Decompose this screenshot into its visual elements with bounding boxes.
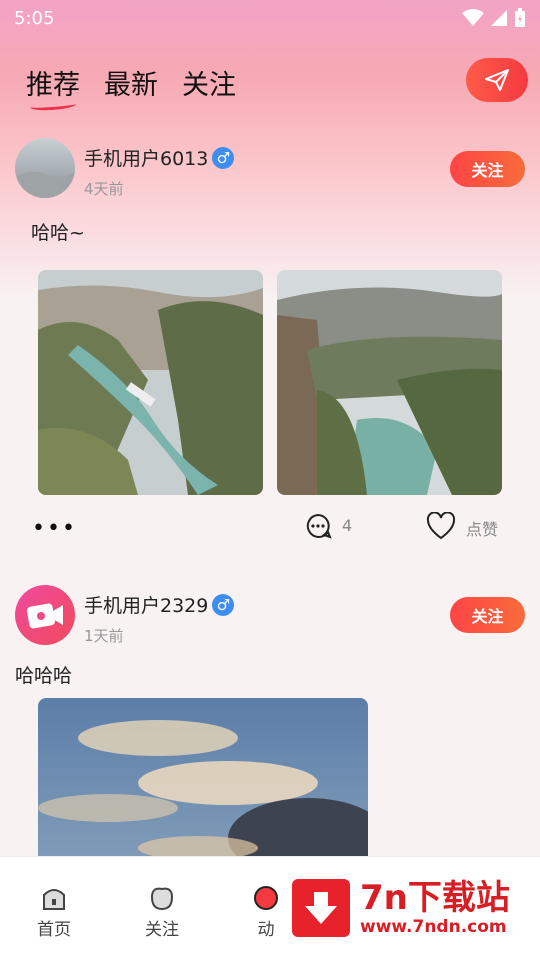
follow-button[interactable]: 关注 xyxy=(450,151,525,187)
username[interactable]: 手机用户6013 ♂ xyxy=(84,144,235,171)
following-icon xyxy=(150,887,174,911)
watermark: 7n下载站 www.7ndn.com xyxy=(282,868,532,948)
post-image[interactable] xyxy=(277,270,502,495)
comment-icon[interactable] xyxy=(304,512,332,540)
watermark-title: 7n下载站 xyxy=(360,878,510,918)
post-actions: ••• 4 点赞 xyxy=(0,506,540,546)
publish-button[interactable] xyxy=(466,58,528,102)
post-text: 哈哈~ xyxy=(31,222,85,244)
username[interactable]: 手机用户2329 ♂ xyxy=(84,591,235,618)
home-icon xyxy=(43,889,65,910)
heart-icon[interactable] xyxy=(426,512,456,540)
tab-recommended[interactable]: 推荐 xyxy=(26,63,80,102)
watermark-text: 7n下载站 www.7ndn.com xyxy=(360,879,510,937)
nav-following[interactable]: 关注 xyxy=(132,885,192,940)
username-text: 手机用户2329 xyxy=(84,595,209,617)
avatar[interactable] xyxy=(15,585,75,645)
nav-home[interactable]: 首页 xyxy=(24,885,84,940)
battery-icon xyxy=(515,8,525,27)
more-button[interactable]: ••• xyxy=(32,516,77,541)
post-card: 手机用户2329 ♂ 1天前 关注 哈哈哈 xyxy=(0,585,540,898)
post-card: 手机用户6013 ♂ 4天前 关注 哈哈~ ••• 4 点赞 xyxy=(0,138,540,558)
post-time: 1天前 xyxy=(84,627,124,645)
avatar[interactable] xyxy=(15,138,75,198)
male-icon: ♂ xyxy=(212,146,235,169)
comment-count: 4 xyxy=(342,516,353,535)
nav-moments-label: 动 xyxy=(257,920,275,940)
nav-following-label: 关注 xyxy=(145,920,179,940)
like-label[interactable]: 点赞 xyxy=(466,516,498,540)
tab-latest[interactable]: 最新 xyxy=(104,63,158,102)
download-logo-icon xyxy=(292,879,350,937)
male-icon: ♂ xyxy=(212,593,235,616)
wifi-icon xyxy=(462,9,484,26)
moments-icon xyxy=(254,886,278,910)
watermark-url: www.7ndn.com xyxy=(360,917,507,937)
feed-header: 推荐 最新 关注 xyxy=(0,54,540,110)
status-bar: 5:05 xyxy=(0,0,540,36)
post-time: 4天前 xyxy=(84,180,124,198)
status-time: 5:05 xyxy=(14,7,55,29)
tab-following[interactable]: 关注 xyxy=(182,63,236,102)
username-text: 手机用户6013 xyxy=(84,148,209,170)
post-text: 哈哈哈 xyxy=(15,665,73,687)
nav-home-label: 首页 xyxy=(37,920,71,940)
signal-icon xyxy=(491,10,507,26)
follow-button[interactable]: 关注 xyxy=(450,597,525,633)
post-image[interactable] xyxy=(38,270,263,495)
status-icons xyxy=(462,8,526,28)
send-icon xyxy=(485,69,509,91)
